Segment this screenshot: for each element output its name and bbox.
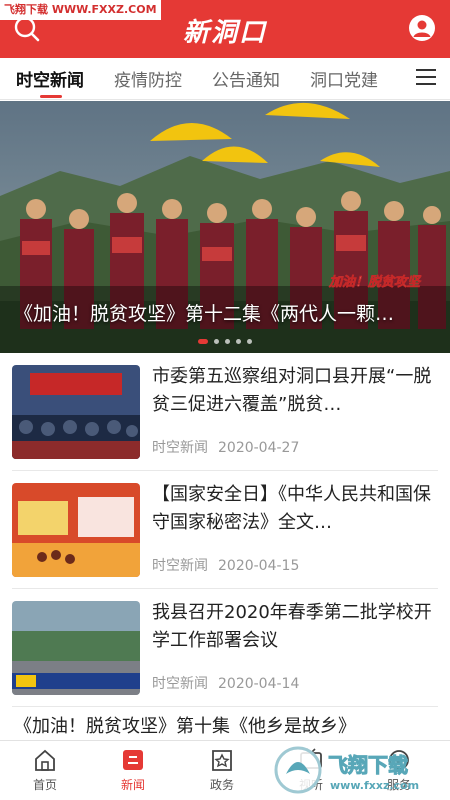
news-date: 2020-04-14 bbox=[218, 676, 300, 692]
nav-label: 新闻 bbox=[120, 778, 145, 792]
news-meta: 时空新闻 2020-04-14 bbox=[152, 673, 299, 693]
nav-label: 首页 bbox=[32, 778, 57, 792]
category-tabs: 时空新闻 疫情防控 公告通知 洞口党建 bbox=[0, 58, 450, 100]
news-source: 时空新闻 bbox=[152, 440, 208, 456]
news-title[interactable]: 《加油！脱贫攻坚》第十集《他乡是故乡》 bbox=[14, 712, 444, 738]
news-item[interactable]: 市委第五巡察组对洞口县开展“一脱贫三促进六覆盖”脱贫… 时空新闻 2020-04-… bbox=[0, 353, 450, 471]
banner-carousel[interactable]: 加油！脱贫攻坚 《加油！脱贫攻坚》第十二集《两代人一颗… bbox=[0, 101, 450, 353]
news-thumbnail bbox=[12, 365, 140, 459]
news-source: 时空新闻 bbox=[152, 558, 208, 574]
news-thumbnail bbox=[12, 601, 140, 695]
carousel-indicator bbox=[0, 331, 450, 350]
carousel-dot[interactable] bbox=[236, 339, 241, 344]
news-icon bbox=[123, 750, 143, 770]
home-icon bbox=[35, 749, 55, 771]
carousel-dot[interactable] bbox=[247, 339, 252, 344]
tab-party[interactable]: 洞口党建 bbox=[310, 66, 378, 91]
news-item[interactable]: 我县召开2020年春季第二批学校开学工作部署会议 时空新闻 2020-04-14 bbox=[0, 589, 450, 707]
news-title: 我县召开2020年春季第二批学校开学工作部署会议 bbox=[152, 602, 432, 651]
carousel-dot[interactable] bbox=[198, 339, 208, 344]
tab-notices[interactable]: 公告通知 bbox=[212, 66, 280, 91]
news-title: 【国家安全日】《中华人民共和国保守国家秘密法》全文… bbox=[152, 484, 431, 533]
news-meta: 时空新闻 2020-04-27 bbox=[152, 437, 299, 457]
menu-icon bbox=[416, 69, 436, 85]
news-source: 时空新闻 bbox=[152, 676, 208, 692]
logo-watermark-url: www.fxxz.com bbox=[330, 779, 419, 792]
menu-button[interactable] bbox=[416, 69, 436, 87]
user-icon bbox=[409, 15, 435, 41]
tab-news[interactable]: 时空新闻 bbox=[16, 66, 84, 91]
divider bbox=[12, 706, 438, 707]
banner-overlay-text: 加油！脱贫攻坚 bbox=[328, 274, 422, 290]
news-item[interactable]: 【国家安全日】《中华人民共和国保守国家秘密法》全文… 时空新闻 2020-04-1… bbox=[0, 471, 450, 589]
news-thumbnail bbox=[12, 483, 140, 577]
news-date: 2020-04-27 bbox=[218, 440, 300, 456]
nav-label: 政务 bbox=[209, 778, 234, 792]
banner-caption: 《加油！脱贫攻坚》第十二集《两代人一颗… bbox=[14, 303, 395, 325]
nav-home[interactable]: 首页 bbox=[10, 747, 80, 793]
svg-text:飞翔下载: 飞翔下载 bbox=[328, 753, 408, 777]
carousel-dot[interactable] bbox=[225, 339, 230, 344]
news-meta: 时空新闻 2020-04-15 bbox=[152, 555, 299, 575]
nav-news[interactable]: 新闻 bbox=[98, 747, 168, 793]
government-icon bbox=[212, 750, 232, 771]
news-date: 2020-04-15 bbox=[218, 558, 300, 574]
carousel-dot[interactable] bbox=[214, 339, 219, 344]
user-button[interactable] bbox=[408, 14, 436, 42]
download-site-logo: 飞翔下载 www.fxxz.com bbox=[274, 746, 419, 794]
nav-government[interactable]: 政务 bbox=[187, 747, 257, 793]
app-title: 新洞口 bbox=[182, 18, 267, 48]
tab-epidemic[interactable]: 疫情防控 bbox=[114, 66, 182, 91]
active-tab-indicator bbox=[40, 95, 62, 98]
app-header: 飞翔下载 WWW.FXXZ.COM 新洞口 bbox=[0, 0, 450, 58]
news-title: 市委第五巡察组对洞口县开展“一脱贫三促进六覆盖”脱贫… bbox=[152, 366, 432, 415]
